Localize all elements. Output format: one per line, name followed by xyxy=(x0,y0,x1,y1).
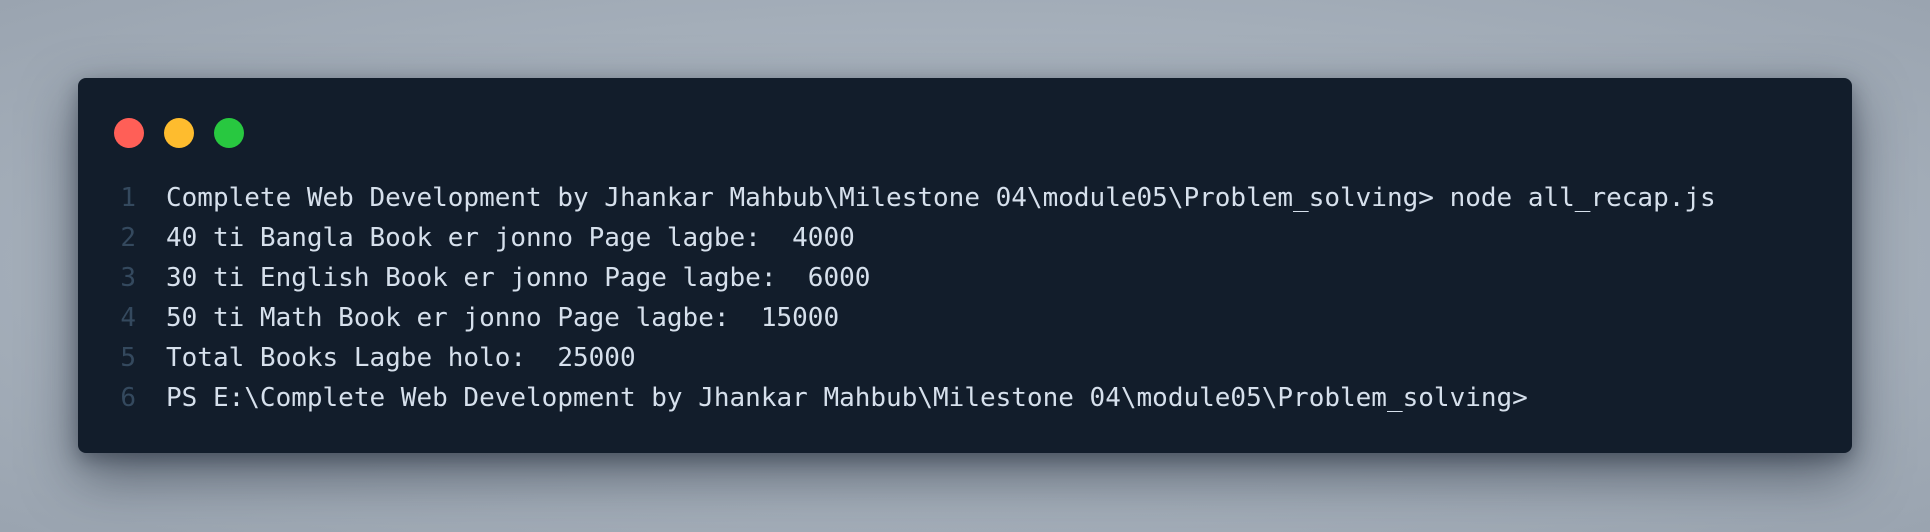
line-number: 2 xyxy=(120,223,136,253)
maximize-dot-icon[interactable] xyxy=(214,118,244,148)
line-number: 6 xyxy=(120,383,136,413)
close-dot-icon[interactable] xyxy=(114,118,144,148)
terminal-window: 1 Complete Web Development by Jhankar Ma… xyxy=(78,78,1852,453)
line-text: Complete Web Development by Jhankar Mahb… xyxy=(166,183,1716,213)
minimize-dot-icon[interactable] xyxy=(164,118,194,148)
code-line: 6 PS E:\Complete Web Development by Jhan… xyxy=(78,378,1852,418)
line-number: 3 xyxy=(120,263,136,293)
line-number: 4 xyxy=(120,303,136,333)
code-output: 1 Complete Web Development by Jhankar Ma… xyxy=(78,178,1852,418)
line-number: 5 xyxy=(120,343,136,373)
code-line: 2 40 ti Bangla Book er jonno Page lagbe:… xyxy=(78,218,1852,258)
line-text: PS E:\Complete Web Development by Jhanka… xyxy=(166,383,1528,413)
code-line: 4 50 ti Math Book er jonno Page lagbe: 1… xyxy=(78,298,1852,338)
line-text: 30 ti English Book er jonno Page lagbe: … xyxy=(166,263,871,293)
code-line: 3 30 ti English Book er jonno Page lagbe… xyxy=(78,258,1852,298)
code-line: 5 Total Books Lagbe holo: 25000 xyxy=(78,338,1852,378)
line-text: Total Books Lagbe holo: 25000 xyxy=(166,343,636,373)
line-text: 40 ti Bangla Book er jonno Page lagbe: 4… xyxy=(166,223,855,253)
code-line: 1 Complete Web Development by Jhankar Ma… xyxy=(78,178,1852,218)
line-number: 1 xyxy=(120,183,136,213)
line-text: 50 ti Math Book er jonno Page lagbe: 150… xyxy=(166,303,840,333)
window-controls xyxy=(114,118,244,148)
